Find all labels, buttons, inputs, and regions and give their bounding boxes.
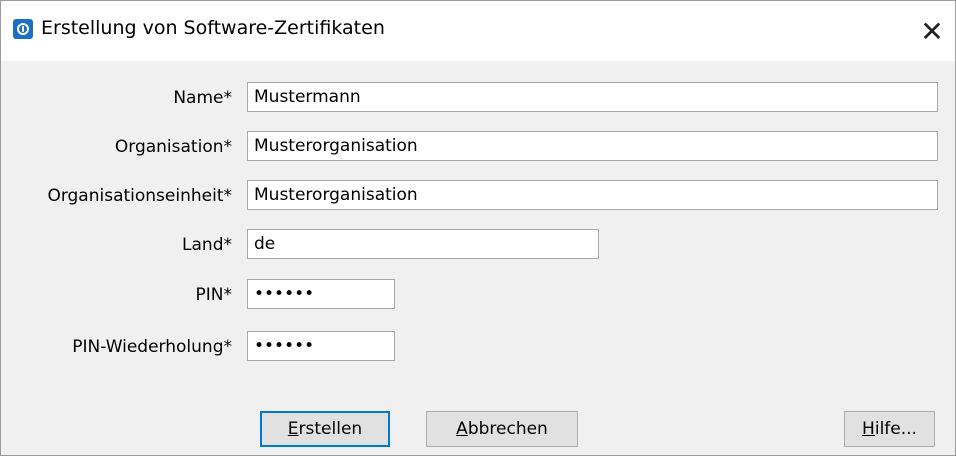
cancel-label: bbrechen: [467, 419, 548, 439]
title-bar: Erstellung von Software-Zertifikaten ✕: [1, 1, 955, 61]
label-pin-wiederholung: PIN-Wiederholung*: [72, 337, 232, 357]
help-label: ilfe...: [874, 419, 917, 439]
help-mnemonic: H: [862, 419, 875, 439]
pin-repeat-input[interactable]: ••••••: [247, 331, 395, 361]
create-button[interactable]: Erstellen: [260, 411, 390, 447]
pin-input[interactable]: ••••••: [247, 279, 395, 309]
label-land: Land*: [182, 235, 232, 255]
cancel-button[interactable]: Abbrechen: [426, 411, 578, 447]
label-name: Name*: [173, 88, 232, 108]
help-button[interactable]: Hilfe...: [844, 411, 935, 447]
label-organisation: Organisation*: [114, 137, 232, 157]
label-organisationseinheit: Organisationseinheit*: [47, 186, 232, 206]
land-input[interactable]: de: [247, 229, 599, 259]
cancel-mnemonic: A: [456, 419, 468, 439]
app-icon: [13, 19, 33, 39]
window-title: Erstellung von Software-Zertifikaten: [41, 17, 385, 39]
organisationseinheit-input[interactable]: Musterorganisation: [247, 180, 938, 210]
name-input[interactable]: Mustermann: [247, 82, 938, 112]
organisation-input[interactable]: Musterorganisation: [247, 131, 938, 161]
dialog-window: Erstellung von Software-Zertifikaten ✕ N…: [0, 0, 956, 456]
create-label: rstellen: [298, 419, 363, 439]
label-pin: PIN*: [195, 285, 232, 305]
create-mnemonic: E: [287, 419, 299, 439]
close-icon[interactable]: ✕: [909, 1, 955, 61]
